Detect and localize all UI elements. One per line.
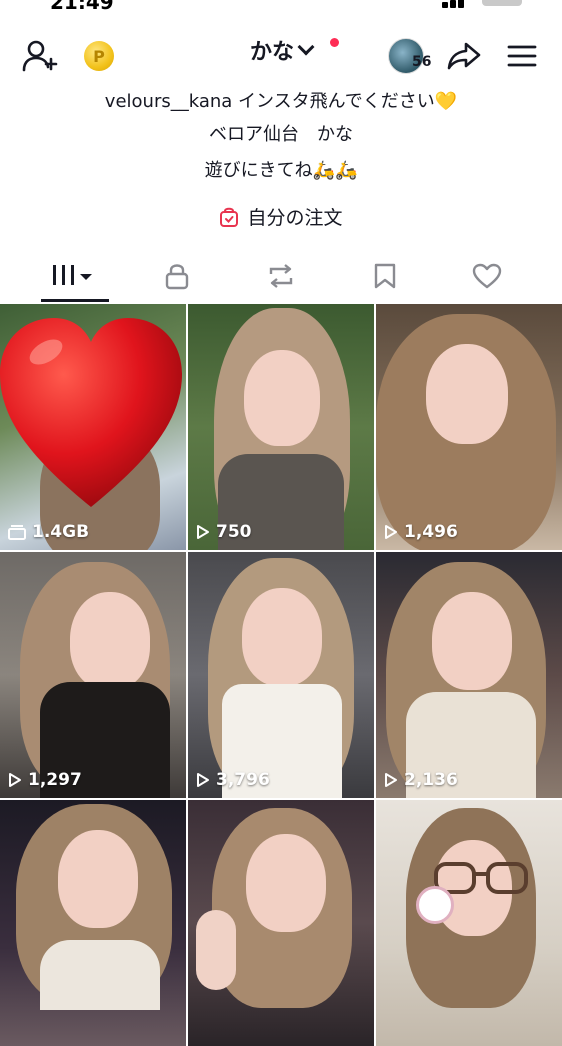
view-count: 750 bbox=[196, 522, 252, 542]
tab-videos[interactable] bbox=[28, 252, 118, 300]
heart-sticker-icon bbox=[0, 318, 182, 507]
video-thumbnail[interactable]: 3,796 bbox=[188, 552, 374, 798]
notification-dot bbox=[330, 38, 339, 47]
tab-favorites[interactable] bbox=[340, 252, 430, 300]
video-thumbnail[interactable]: 1.4GB bbox=[0, 304, 186, 550]
storage-size: 1.4GB bbox=[8, 522, 89, 542]
status-time: 21:49 bbox=[50, 0, 114, 14]
status-icons bbox=[442, 0, 522, 8]
tab-private[interactable] bbox=[132, 252, 222, 300]
sticker-icon bbox=[416, 886, 454, 924]
video-thumbnail[interactable]: 1,496 bbox=[376, 304, 562, 550]
repost-icon bbox=[269, 264, 293, 288]
bookmark-icon bbox=[374, 263, 396, 289]
video-thumbnail[interactable]: 2,136 bbox=[376, 552, 562, 798]
battery-icon bbox=[482, 0, 522, 6]
play-icon bbox=[9, 773, 21, 787]
lock-icon bbox=[165, 264, 189, 290]
video-thumbnail[interactable] bbox=[0, 800, 186, 1046]
video-thumbnail[interactable] bbox=[376, 800, 562, 1046]
share-icon[interactable] bbox=[444, 38, 484, 74]
menu-icon[interactable] bbox=[504, 40, 540, 72]
view-count: 1,297 bbox=[8, 770, 82, 790]
video-thumbnail[interactable]: 1,297 bbox=[0, 552, 186, 798]
play-icon bbox=[197, 773, 209, 787]
chevron-down-icon bbox=[297, 38, 315, 56]
play-icon bbox=[197, 525, 209, 539]
shopping-bag-icon bbox=[220, 207, 239, 227]
view-count: 1,496 bbox=[384, 522, 458, 542]
bio-line-2: ベロア仙台 かな bbox=[209, 124, 353, 145]
storage-icon bbox=[8, 525, 26, 540]
view-count: 2,136 bbox=[384, 770, 458, 790]
orders-link[interactable]: 自分の注文 bbox=[219, 203, 343, 230]
status-bar: 21:49 bbox=[0, 0, 562, 14]
tab-liked[interactable] bbox=[442, 252, 532, 300]
play-icon bbox=[385, 773, 397, 787]
username: かな bbox=[249, 40, 294, 65]
bio-line-1: velours__kana インスタ飛んでください💛 bbox=[104, 91, 458, 112]
tab-reposts[interactable] bbox=[236, 252, 326, 300]
bio-line-3: 遊びにきてね🛵🛵 bbox=[204, 160, 358, 181]
active-tab-indicator bbox=[41, 299, 109, 302]
avatar-badge: 56 bbox=[412, 54, 432, 70]
orders-label: 自分の注文 bbox=[247, 207, 343, 229]
grid-icon bbox=[53, 265, 92, 285]
heart-outline-icon bbox=[472, 263, 502, 289]
profile-tabs bbox=[0, 252, 562, 302]
play-icon bbox=[385, 525, 397, 539]
video-thumbnail[interactable] bbox=[188, 800, 374, 1046]
view-count: 3,796 bbox=[196, 770, 270, 790]
orders-row: 自分の注文 bbox=[0, 203, 562, 233]
video-thumbnail[interactable]: 750 bbox=[188, 304, 374, 550]
